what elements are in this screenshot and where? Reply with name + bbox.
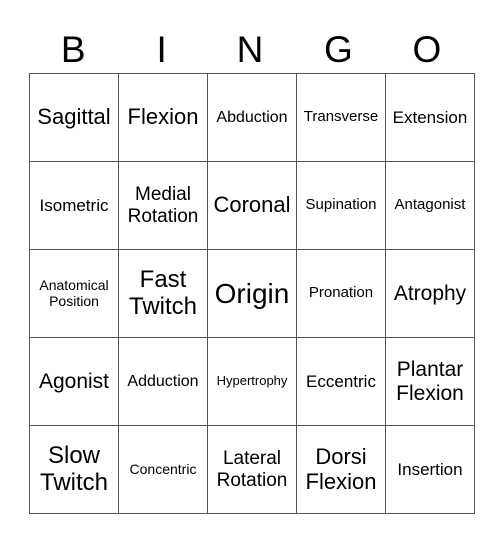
bingo-cell[interactable]: Anatomical Position: [29, 249, 119, 338]
bingo-row: Anatomical Position Fast Twitch Origin P…: [29, 249, 475, 338]
bingo-cell[interactable]: Hypertrophy: [207, 337, 297, 426]
bingo-cell[interactable]: Agonist: [29, 337, 119, 426]
bingo-cell[interactable]: Slow Twitch: [29, 425, 119, 514]
bingo-cell[interactable]: Sagittal: [29, 73, 119, 162]
header-letter-b: B: [60, 29, 86, 70]
bingo-cell[interactable]: Transverse: [296, 73, 386, 162]
bingo-cell[interactable]: Origin: [207, 249, 297, 338]
bingo-cell[interactable]: Fast Twitch: [118, 249, 208, 338]
bingo-cell[interactable]: Abduction: [207, 73, 297, 162]
bingo-cell[interactable]: Extension: [385, 73, 475, 162]
bingo-cell[interactable]: Antagonist: [385, 161, 475, 250]
bingo-row: Agonist Adduction Hypertrophy Eccentric …: [29, 337, 475, 426]
bingo-row: Isometric Medial Rotation Coronal Supina…: [29, 161, 475, 250]
bingo-cell[interactable]: Flexion: [118, 73, 208, 162]
bingo-cell[interactable]: Atrophy: [385, 249, 475, 338]
header-letter-i: I: [156, 29, 167, 70]
bingo-cell[interactable]: Plantar Flexion: [385, 337, 475, 426]
bingo-cell[interactable]: Isometric: [29, 161, 119, 250]
header-letter-n: N: [236, 29, 264, 70]
header-letter-o: O: [412, 29, 442, 70]
bingo-card: Sagittal Flexion Abduction Transverse Ex…: [29, 73, 475, 514]
bingo-cell[interactable]: Lateral Rotation: [207, 425, 297, 514]
bingo-cell[interactable]: Eccentric: [296, 337, 386, 426]
bingo-cell[interactable]: Coronal: [207, 161, 297, 250]
bingo-header: B I N G O: [29, 28, 471, 72]
bingo-cell[interactable]: Dorsi Flexion: [296, 425, 386, 514]
bingo-row: Sagittal Flexion Abduction Transverse Ex…: [29, 73, 475, 162]
bingo-cell[interactable]: Supination: [296, 161, 386, 250]
bingo-cell[interactable]: Medial Rotation: [118, 161, 208, 250]
bingo-cell[interactable]: Concentric: [118, 425, 208, 514]
bingo-cell[interactable]: Pronation: [296, 249, 386, 338]
bingo-row: Slow Twitch Concentric Lateral Rotation …: [29, 425, 475, 514]
bingo-cell[interactable]: Insertion: [385, 425, 475, 514]
header-letter-g: G: [324, 29, 353, 70]
bingo-cell[interactable]: Adduction: [118, 337, 208, 426]
